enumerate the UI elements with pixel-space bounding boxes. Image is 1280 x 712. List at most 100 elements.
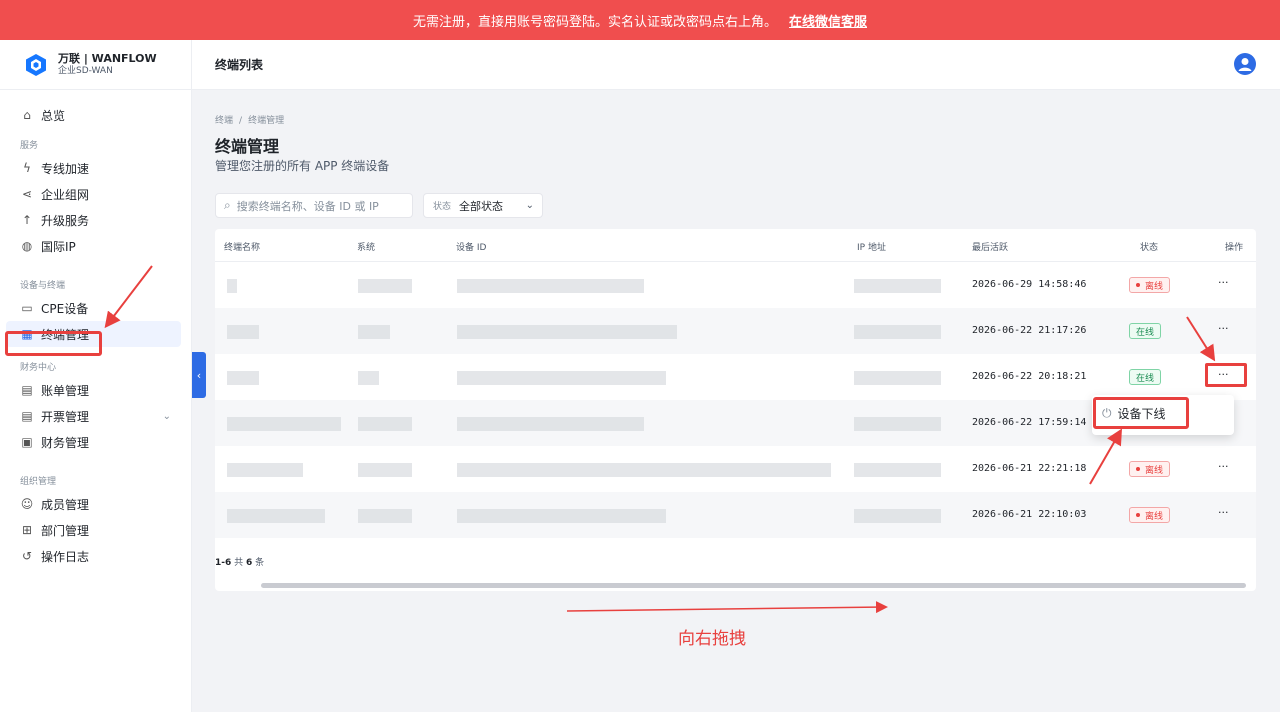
banner-support-link[interactable]: 在线微信客服 [789, 11, 867, 30]
redacted-cell [854, 279, 941, 293]
sidebar-item-label: 部门管理 [41, 523, 90, 538]
table-header: 终端名称 系统 设备 ID IP 地址 最后活跃 状态 操作 [215, 229, 1256, 262]
redacted-cell [358, 371, 379, 385]
pagination-total: 6 [246, 558, 253, 568]
drag-right-hint: 向右拖拽 [678, 629, 746, 649]
horizontal-scrollbar[interactable] [261, 583, 1246, 588]
brand-sub: 企业SD-WAN [58, 66, 113, 76]
sidebar-item-label: 总览 [41, 108, 66, 123]
annotation-arrow [566, 601, 888, 614]
column-header-name: 终端名称 [224, 243, 261, 253]
redacted-cell [358, 463, 412, 477]
search-placeholder: 搜索终端名称、设备 ID 或 IP [236, 199, 379, 213]
document-icon: ▤ [21, 383, 33, 397]
column-header-os: 系统 [357, 243, 376, 253]
status-select[interactable]: 状态 全部状态 ⌄ [423, 193, 543, 218]
sidebar-item-bills[interactable]: ▤ 账单管理 [6, 377, 181, 403]
sidebar-item-invoices[interactable]: ▤ 开票管理 ⌄ [6, 403, 181, 429]
last-active: 2026-06-21 22:10:03 [972, 509, 1087, 520]
sidebar-item-upgrade[interactable]: ↑ 升级服务 [6, 207, 181, 233]
table-row: 2026-06-21 22:21:18 离线 ··· [215, 446, 1256, 492]
status-badge: 离线 [1129, 507, 1171, 523]
pagination-range: 1-6 [215, 558, 232, 568]
sidebar-item-cpe[interactable]: ▭ CPE设备 [6, 295, 181, 321]
chevron-left-icon: ‹ [196, 368, 202, 382]
last-active: 2026-06-21 22:21:18 [972, 463, 1087, 474]
pagination-summary: 1-6 共 6 条 [215, 555, 264, 568]
top-banner: 无需注册，直接用账号密码登陆。实名认证或改密码点右上角。 在线微信客服 [0, 0, 1280, 40]
column-header-last-active: 最后活跃 [972, 243, 1009, 253]
annotation-highlight-device-offline [1093, 397, 1189, 429]
sidebar-item-label: 操作日志 [41, 549, 90, 564]
column-header-ops: 操作 [1225, 243, 1244, 253]
annotation-highlight-terminal [5, 331, 102, 356]
redacted-cell [457, 325, 677, 339]
status-badge: 离线 [1129, 277, 1171, 293]
status-badge: 在线 [1129, 369, 1162, 385]
sidebar-item-label: 财务管理 [41, 435, 90, 450]
sidebar-group-devices: 设备与终端 [20, 280, 66, 291]
sidebar-item-logs[interactable]: ↺ 操作日志 [6, 543, 181, 569]
redacted-cell [227, 509, 325, 523]
globe-icon: ◍ [21, 239, 33, 253]
more-actions-button[interactable]: ··· [1218, 276, 1229, 289]
last-active: 2026-06-22 20:18:21 [972, 371, 1087, 382]
org-chart-icon: ⊞ [21, 523, 33, 537]
lightning-icon: ϟ [23, 161, 31, 175]
redacted-cell [227, 325, 259, 339]
redacted-cell [227, 371, 259, 385]
sidebar-item-overview[interactable]: ⌂ 总览 [6, 102, 181, 128]
sidebar-item-intl-ip[interactable]: ◍ 国际IP [6, 233, 181, 259]
sidebar-item-departments[interactable]: ⊞ 部门管理 [6, 517, 181, 543]
more-actions-button[interactable]: ··· [1218, 506, 1229, 519]
breadcrumb-root[interactable]: 终端 [215, 116, 233, 126]
more-actions-button[interactable]: ··· [1218, 460, 1229, 473]
brand[interactable]: 万联 | WANFLOW 企业SD-WAN [0, 40, 191, 90]
table-row: 2026-06-29 14:58:46 离线 ··· [215, 262, 1256, 308]
last-active: 2026-06-22 17:59:14 [972, 417, 1087, 428]
redacted-cell [854, 325, 941, 339]
redacted-cell [358, 279, 412, 293]
redacted-cell [457, 371, 666, 385]
sidebar-item-label: 成员管理 [41, 497, 90, 512]
redacted-cell [854, 463, 941, 477]
pagination-total-suffix: 条 [255, 558, 265, 568]
banner-text: 无需注册，直接用账号密码登陆。实名认证或改密码点右上角。 [412, 14, 777, 30]
last-active: 2026-06-29 14:58:46 [972, 279, 1087, 290]
sidebar-item-members[interactable]: ☺ 成员管理 [6, 491, 181, 517]
avatar[interactable] [1234, 53, 1256, 75]
brand-name: 万联 | WANFLOW [58, 52, 157, 65]
sidebar-item-label: 国际IP [41, 239, 76, 254]
sidebar-nav: ⌂ 总览 服务 ϟ 专线加速 ⋖ 企业组网 ↑ 升级服务 ◍ 国际IP 设备与终… [0, 90, 191, 569]
redacted-cell [227, 463, 303, 477]
sidebar: 万联 | WANFLOW 企业SD-WAN ⌂ 总览 服务 ϟ 专线加速 ⋖ 企… [0, 40, 192, 712]
redacted-cell [457, 417, 644, 431]
sidebar-item-enterprise-network[interactable]: ⋖ 企业组网 [6, 181, 181, 207]
sidebar-collapse-button[interactable]: ‹ [192, 352, 206, 398]
sidebar-item-dedicated-line[interactable]: ϟ 专线加速 [6, 155, 181, 181]
redacted-cell [227, 279, 237, 293]
pagination-total-prefix: 共 [234, 558, 244, 568]
table-row: 2026-06-21 22:10:03 离线 ··· [215, 492, 1256, 538]
more-actions-button[interactable]: ··· [1218, 322, 1229, 335]
header-title: 终端列表 [215, 58, 264, 72]
top-header: 终端列表 [192, 40, 1280, 90]
sidebar-item-label: 账单管理 [41, 383, 90, 398]
column-header-ip: IP 地址 [857, 243, 886, 253]
column-header-device-id: 设备 ID [456, 243, 487, 253]
sidebar-item-finance[interactable]: ▣ 财务管理 [6, 429, 181, 455]
redacted-cell [457, 279, 644, 293]
breadcrumb-separator: / [239, 116, 243, 126]
chevron-down-icon: ⌄ [525, 200, 534, 211]
page-title: 终端管理 [215, 137, 280, 156]
history-icon: ↺ [21, 549, 33, 563]
redacted-cell [854, 371, 941, 385]
search-input[interactable]: ⌕ 搜索终端名称、设备 ID 或 IP [215, 193, 413, 218]
page-subtitle: 管理您注册的所有 APP 终端设备 [215, 159, 390, 173]
share-icon: ⋖ [21, 187, 33, 201]
redacted-cell [854, 509, 941, 523]
sidebar-group-service: 服务 [20, 140, 39, 151]
redacted-cell [854, 417, 941, 431]
user-icon [1238, 58, 1252, 71]
users-icon: ☺ [20, 497, 34, 511]
